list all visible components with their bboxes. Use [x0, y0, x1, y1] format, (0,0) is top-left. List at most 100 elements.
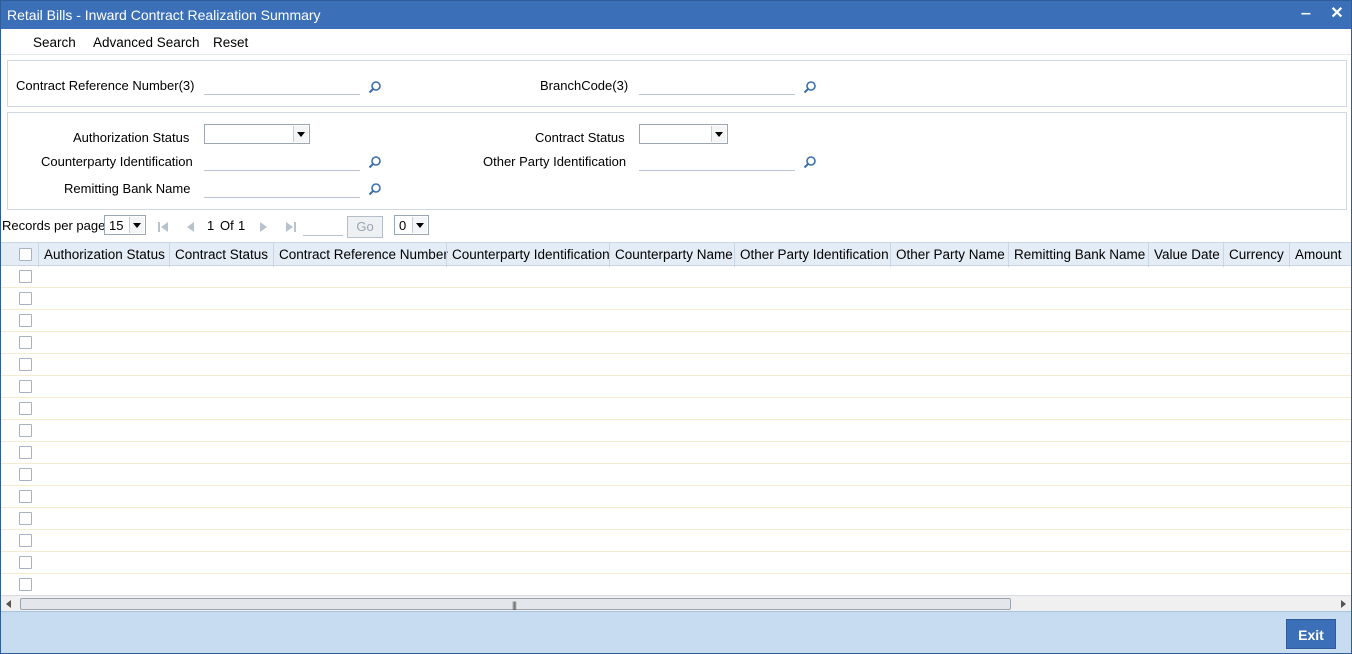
chevron-down-icon: [412, 217, 427, 233]
auth-status-select[interactable]: [204, 124, 310, 144]
table-row[interactable]: [1, 266, 1351, 288]
contract-ref-label: Contract Reference Number(3): [16, 78, 195, 93]
table-row[interactable]: [1, 552, 1351, 574]
search-menu-item[interactable]: Search: [33, 35, 76, 50]
close-button[interactable]: ✕: [1328, 4, 1346, 24]
counterparty-search-icon[interactable]: [368, 155, 382, 169]
table-row[interactable]: [1, 442, 1351, 464]
column-divider: [1148, 243, 1149, 267]
contract-ref-input[interactable]: [204, 75, 360, 95]
col-authorization-status[interactable]: Authorization Status: [44, 247, 165, 262]
table-row[interactable]: [1, 420, 1351, 442]
records-per-page-select[interactable]: 15: [104, 215, 146, 235]
first-page-icon[interactable]: [157, 221, 169, 233]
reset-menu-item[interactable]: Reset: [213, 35, 248, 50]
contract-status-select[interactable]: [639, 124, 728, 144]
table-row[interactable]: [1, 376, 1351, 398]
column-divider: [609, 243, 610, 267]
row-checkbox[interactable]: [19, 512, 32, 525]
app-window: Retail Bills - Inward Contract Realizati…: [0, 0, 1352, 654]
table-row[interactable]: [1, 288, 1351, 310]
col-amount[interactable]: Amount: [1295, 247, 1342, 262]
row-checkbox[interactable]: [19, 380, 32, 393]
menu-bar: Search Advanced Search Reset: [1, 29, 1351, 55]
branch-code-input[interactable]: [639, 75, 795, 95]
table-row[interactable]: [1, 508, 1351, 530]
counterparty-id-label: Counterparty Identification: [41, 154, 193, 169]
other-party-search-icon[interactable]: [803, 155, 817, 169]
branch-code-search-icon[interactable]: [803, 80, 817, 94]
col-currency[interactable]: Currency: [1229, 247, 1284, 262]
row-checkbox[interactable]: [19, 490, 32, 503]
col-contract-reference-number[interactable]: Contract Reference Number: [279, 247, 448, 262]
chevron-down-icon: [129, 217, 144, 233]
chevron-down-icon: [293, 126, 308, 142]
other-party-id-input[interactable]: [639, 151, 795, 171]
horizontal-scrollbar[interactable]: |||: [1, 595, 1351, 611]
contract-ref-search-icon[interactable]: [368, 80, 382, 94]
exit-button[interactable]: Exit: [1286, 619, 1336, 649]
col-value-date[interactable]: Value Date: [1154, 247, 1220, 262]
of-label: Of: [220, 218, 234, 233]
col-contract-status[interactable]: Contract Status: [175, 247, 268, 262]
remitting-bank-search-icon[interactable]: [368, 182, 382, 196]
table-row[interactable]: [1, 354, 1351, 376]
advanced-search-menu-item[interactable]: Advanced Search: [93, 35, 200, 50]
column-divider: [446, 243, 447, 267]
table-row[interactable]: [1, 464, 1351, 486]
col-counterparty-identification[interactable]: Counterparty Identification: [452, 247, 610, 262]
branch-code-label: BranchCode(3): [540, 78, 629, 93]
current-page: 1: [207, 218, 215, 233]
row-checkbox[interactable]: [19, 336, 32, 349]
row-checkbox[interactable]: [19, 446, 32, 459]
row-checkbox[interactable]: [19, 578, 32, 591]
row-checkbox[interactable]: [19, 534, 32, 547]
table-row[interactable]: [1, 332, 1351, 354]
counterparty-id-input[interactable]: [204, 151, 360, 171]
previous-page-icon[interactable]: [185, 221, 197, 233]
column-divider: [734, 243, 735, 267]
grip-icon: |||: [512, 600, 517, 610]
col-counterparty-name[interactable]: Counterparty Name: [615, 247, 733, 262]
row-checkbox[interactable]: [19, 358, 32, 371]
col-remitting-bank-name[interactable]: Remitting Bank Name: [1014, 247, 1145, 262]
table-row[interactable]: [1, 574, 1351, 596]
table-row[interactable]: [1, 310, 1351, 332]
scrollbar-thumb[interactable]: |||: [20, 598, 1011, 610]
page-jump-value: 0: [399, 218, 407, 233]
row-checkbox[interactable]: [19, 556, 32, 569]
row-checkbox[interactable]: [19, 292, 32, 305]
col-other-party-name[interactable]: Other Party Name: [896, 247, 1005, 262]
next-page-icon[interactable]: [257, 221, 269, 233]
footer-bar: Exit: [1, 611, 1351, 653]
window-title: Retail Bills - Inward Contract Realizati…: [7, 7, 321, 23]
page-jump-select[interactable]: 0: [394, 215, 429, 235]
col-other-party-identification[interactable]: Other Party Identification: [740, 247, 889, 262]
select-all-checkbox[interactable]: [19, 248, 32, 261]
table-row[interactable]: [1, 486, 1351, 508]
pager-bar: Records per page 15 1 Of 1 0: [1, 213, 1351, 241]
goto-page-input[interactable]: [303, 216, 343, 236]
row-checkbox[interactable]: [19, 402, 32, 415]
column-divider: [1223, 243, 1224, 267]
column-divider: [273, 243, 274, 267]
remitting-bank-input[interactable]: [204, 178, 360, 198]
minimize-button[interactable]: ‒: [1297, 4, 1315, 24]
table-row[interactable]: [1, 398, 1351, 420]
records-per-page-value: 15: [109, 218, 124, 233]
go-button[interactable]: Go: [347, 216, 383, 238]
row-checkbox[interactable]: [19, 270, 32, 283]
row-checkbox[interactable]: [19, 424, 32, 437]
row-checkbox[interactable]: [19, 314, 32, 327]
column-divider: [1289, 243, 1290, 267]
last-page-icon[interactable]: [285, 221, 297, 233]
scroll-left-icon[interactable]: [6, 600, 11, 608]
records-per-page-label: Records per page: [2, 218, 106, 233]
scroll-right-icon[interactable]: [1341, 600, 1346, 608]
table-row[interactable]: [1, 530, 1351, 552]
column-divider: [38, 243, 39, 267]
auth-status-label: Authorization Status: [73, 130, 190, 145]
row-checkbox[interactable]: [19, 468, 32, 481]
title-bar: Retail Bills - Inward Contract Realizati…: [1, 1, 1351, 29]
contract-status-label: Contract Status: [535, 130, 625, 145]
